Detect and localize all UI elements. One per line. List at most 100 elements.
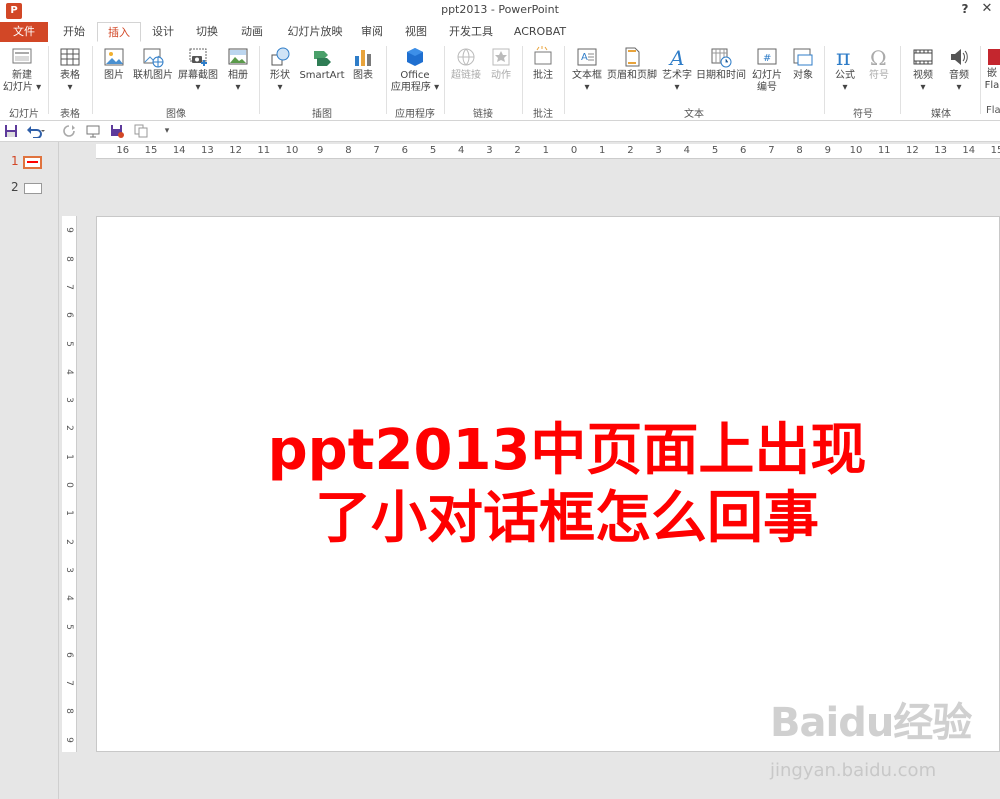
group-label-flash: Fla <box>986 105 1000 116</box>
close-button[interactable]: ✕ <box>980 1 994 16</box>
horizontal-ruler: 16 15 14 13 12 11 10 9 8 7 6 5 4 3 2 1 0 1 2 3 4 5 6 7 8 9 10 11 12 1… <box>96 144 1000 159</box>
video-button[interactable]: 视频 ▾ <box>906 46 940 94</box>
group-label-media: 媒体 <box>931 109 951 120</box>
shapes-button[interactable]: 形状 ▾ <box>264 46 296 94</box>
online-picture-icon <box>143 48 164 68</box>
header-footer-icon <box>625 47 640 67</box>
ruler-tick-label: 3 <box>64 397 74 403</box>
textbox-button[interactable]: A 文本框 ▾ <box>568 46 606 94</box>
tab-slideshow[interactable]: 幻灯片放映 <box>280 22 350 42</box>
table-icon <box>60 48 80 66</box>
ruler-tick-label: 7 <box>768 145 775 156</box>
ruler-tick-label: 3 <box>64 567 74 573</box>
tab-home[interactable]: 开始 <box>52 22 96 42</box>
ruler-tick-label: 14 <box>962 145 976 156</box>
tab-animations[interactable]: 动画 <box>229 22 275 42</box>
action-label: 动作 <box>491 70 511 81</box>
ruler-tick-label: 1 <box>542 145 549 156</box>
svg-text:Ω: Ω <box>870 46 887 68</box>
equation-label: 公式 ▾ <box>835 70 855 93</box>
ruler-tick-label: 14 <box>172 145 186 156</box>
vertical-ruler: 9 8 7 6 5 4 3 2 1 0 1 2 3 4 5 6 7 8 9 <box>62 216 77 752</box>
wordart-icon: A <box>668 46 684 68</box>
tab-acrobat[interactable]: ACROBAT <box>508 22 572 42</box>
tab-review[interactable]: 审阅 <box>352 22 392 42</box>
group-label-symbols: 符号 <box>853 109 873 120</box>
group-separator <box>444 46 445 114</box>
symbol-button[interactable]: Ω 符号 <box>864 46 894 82</box>
ruler-tick-label: 12 <box>906 145 919 156</box>
save-as-button[interactable] <box>110 124 124 138</box>
flash-label: 嵌 Fla <box>984 68 1000 91</box>
watermark-url: jingyan.baidu.com <box>770 760 937 781</box>
group-separator <box>824 46 825 114</box>
object-button[interactable]: 对象 <box>788 46 818 82</box>
undo-button[interactable] <box>26 124 46 139</box>
ruler-tick-label: 11 <box>877 145 891 156</box>
copy-icon <box>134 124 148 138</box>
table-button[interactable]: 表格 ▾ <box>52 46 88 94</box>
hyperlink-button[interactable]: 超链接 <box>448 46 484 82</box>
slide-number-button[interactable]: # 幻灯片 编号 <box>748 46 786 94</box>
video-label: 视频 ▾ <box>913 70 933 93</box>
save-button[interactable] <box>4 124 18 138</box>
tab-view[interactable]: 视图 <box>396 22 436 42</box>
group-separator <box>259 46 260 114</box>
new-slide-button[interactable]: 新建 幻灯片 ▾ <box>2 46 42 94</box>
chart-button[interactable]: 图表 <box>348 46 378 82</box>
header-footer-button[interactable]: 页眉和页脚 <box>606 46 658 82</box>
help-button[interactable]: ? <box>958 2 972 16</box>
tab-file[interactable]: 文件 <box>0 22 48 42</box>
ruler-tick-label: 1 <box>64 453 74 460</box>
hyperlink-icon <box>457 48 475 66</box>
action-button[interactable]: 动作 <box>486 46 516 82</box>
flash-button[interactable]: 嵌 Fla <box>984 46 1000 92</box>
ruler-tick-label: 5 <box>429 145 437 156</box>
tab-design[interactable]: 设计 <box>141 22 185 42</box>
redo-button[interactable] <box>62 124 76 138</box>
photo-album-button[interactable]: 相册 ▾ <box>223 46 253 94</box>
customize-qat-dropdown[interactable]: ▾ <box>160 124 174 138</box>
date-time-label: 日期和时间 <box>696 70 746 81</box>
from-beginning-button[interactable] <box>86 124 100 138</box>
group-separator <box>48 46 49 114</box>
ruler-tick-label: 7 <box>64 284 74 290</box>
smartart-button[interactable]: SmartArt <box>298 46 346 82</box>
online-picture-button[interactable]: 联机图片 <box>132 46 174 82</box>
slide-title-textbox[interactable]: ppt2013中页面上出现 了小对话框怎么回事 <box>217 417 917 553</box>
ruler-tick-label: 0 <box>570 145 578 156</box>
picture-icon <box>104 48 124 66</box>
date-time-button[interactable]: 日期和时间 <box>696 46 746 82</box>
group-label-images: 图像 <box>166 109 186 120</box>
thumbnail-number-2: 2 <box>11 180 19 194</box>
wordart-button[interactable]: A 艺术字 ▾ <box>660 46 694 94</box>
tab-transitions[interactable]: 切换 <box>185 22 229 42</box>
tab-insert[interactable]: 插入 <box>97 22 141 42</box>
audio-button[interactable]: 音频 ▾ <box>942 46 976 94</box>
picture-button[interactable]: 图片 <box>98 46 130 82</box>
ruler-tick-label: 6 <box>401 145 408 156</box>
slide-thumbnail-1[interactable] <box>23 156 42 169</box>
slide-title-line-1: ppt2013中页面上出现 <box>267 418 867 483</box>
ruler-tick-label: 10 <box>285 145 299 156</box>
office-apps-button[interactable]: Office 应用程序 ▾ <box>390 46 440 94</box>
tab-developer[interactable]: 开发工具 <box>442 22 500 42</box>
svg-text:A: A <box>668 46 684 68</box>
group-separator <box>522 46 523 114</box>
save-as-icon <box>111 125 124 138</box>
copy-format-button[interactable] <box>134 124 148 138</box>
screenshot-button[interactable]: 屏幕截图 ▾ <box>176 46 220 94</box>
ruler-tick-label: 16 <box>116 145 130 156</box>
comment-button[interactable]: 批注 <box>528 46 558 82</box>
chart-icon <box>355 50 371 66</box>
thumbnail-number-1: 1 <box>11 154 19 168</box>
slide-thumbnail-2[interactable] <box>24 183 42 194</box>
baidu-watermark: Baidu经验 jingyan.baidu.com <box>770 690 990 790</box>
ruler-tick-label: 2 <box>627 145 634 156</box>
equation-button[interactable]: π 公式 ▾ <box>830 46 860 94</box>
title-bar: P ppt2013 - PowerPoint ? ✕ <box>0 0 1000 22</box>
slide-canvas[interactable]: ppt2013中页面上出现 了小对话框怎么回事 <box>96 216 1000 752</box>
ruler-tick-label: 7 <box>373 145 380 156</box>
photo-album-icon <box>228 48 248 65</box>
ruler-tick-label: 4 <box>64 368 74 375</box>
